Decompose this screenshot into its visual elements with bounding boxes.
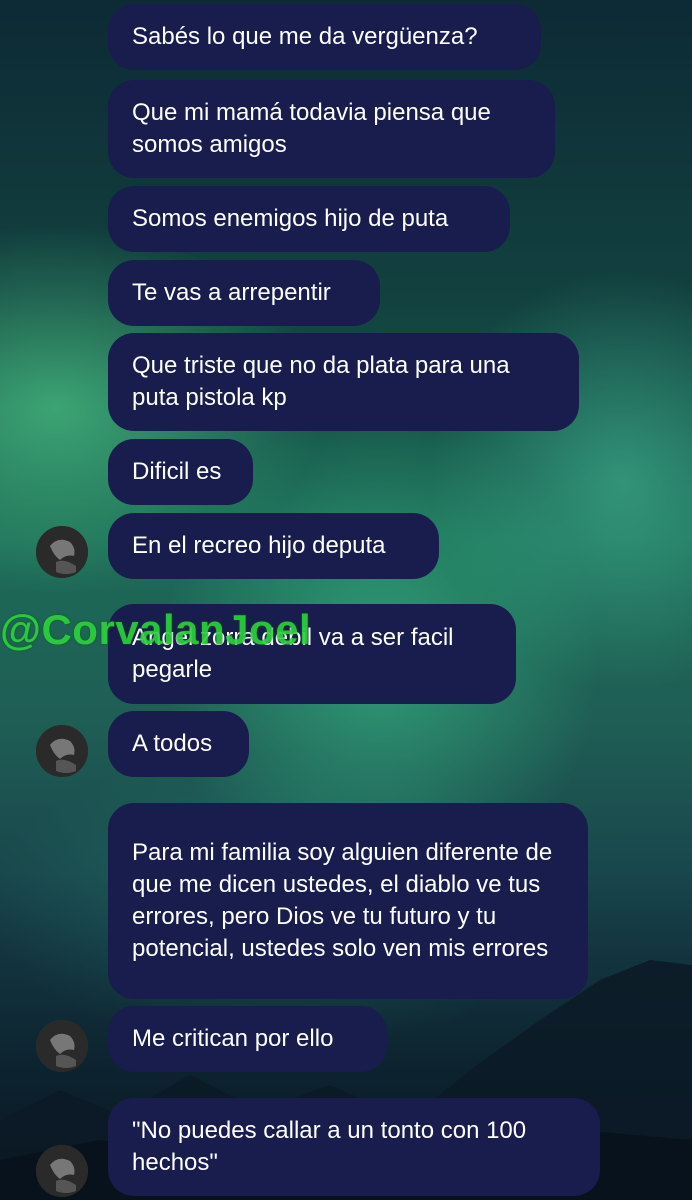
- message-text: "No puedes callar a un tonto con 100 hec…: [132, 1117, 527, 1176]
- message-text: Me critican por ello: [132, 1025, 334, 1052]
- message-text: Sabés lo que me da vergüenza?: [132, 23, 478, 50]
- message-bubble[interactable]: A todos: [108, 711, 249, 777]
- message-bubble[interactable]: Somos enemigos hijo de puta: [108, 186, 510, 252]
- message-bubble[interactable]: Dificil es: [108, 439, 253, 505]
- message-text: Dificil es: [132, 458, 222, 485]
- message-text: Que triste que no da plata para una puta…: [132, 352, 510, 411]
- message-bubble[interactable]: Que triste que no da plata para una puta…: [108, 333, 579, 431]
- user-avatar-icon[interactable]: [36, 725, 88, 777]
- message-bubble[interactable]: Me critican por ello: [108, 1006, 387, 1072]
- user-avatar-icon[interactable]: [36, 1020, 88, 1072]
- message-bubble[interactable]: Que mi mamá todavia piensa que somos ami…: [108, 80, 555, 178]
- message-text: A todos: [132, 730, 213, 757]
- message-bubble[interactable]: Sabés lo que me da vergüenza?: [108, 4, 541, 70]
- message-text: Para mi familia soy alguien diferente de…: [132, 839, 553, 962]
- user-avatar-icon[interactable]: [36, 526, 88, 578]
- watermark-text: @CorvalanJoel: [0, 606, 312, 653]
- user-avatar-icon[interactable]: [36, 1145, 88, 1197]
- message-text: Te vas a arrepentir: [132, 279, 331, 306]
- message-text: Somos enemigos hijo de puta: [132, 205, 449, 232]
- message-bubble[interactable]: "No puedes callar a un tonto con 100 hec…: [108, 1098, 600, 1196]
- message-bubble[interactable]: Para mi familia soy alguien diferente de…: [108, 803, 588, 999]
- message-bubble[interactable]: En el recreo hijo deputa: [108, 513, 439, 579]
- message-bubble[interactable]: Te vas a arrepentir: [108, 260, 380, 326]
- chat-message-list[interactable]: Sabés lo que me da vergüenza? Que mi mam…: [0, 0, 692, 1200]
- message-text: En el recreo hijo deputa: [132, 532, 386, 559]
- message-text: Que mi mamá todavia piensa que somos ami…: [132, 99, 491, 158]
